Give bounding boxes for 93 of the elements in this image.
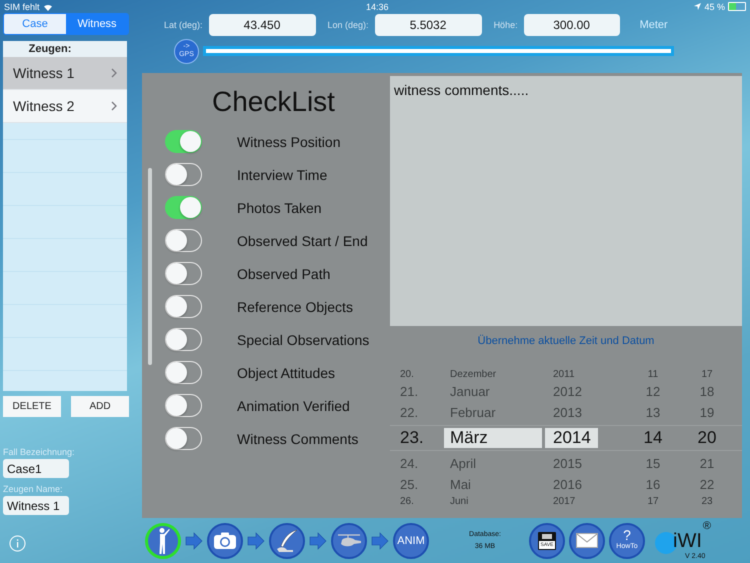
checklist-label: Witness Comments [237, 430, 358, 446]
picker-value[interactable]: 22. [390, 405, 432, 420]
mail-button[interactable] [569, 522, 605, 558]
info-icon[interactable] [9, 535, 26, 552]
checklist-label: Witness Position [237, 134, 340, 150]
chevron-icon [111, 68, 117, 78]
picker-value[interactable]: 21. [390, 384, 432, 399]
picker-value[interactable]: 13 [638, 405, 668, 420]
quill-icon [275, 528, 299, 552]
chevron-icon [111, 101, 117, 111]
picker-value[interactable]: 15 [638, 456, 668, 471]
field-label: Fall Bezeichnung: [3, 447, 76, 457]
picker-value[interactable]: 2011 [545, 369, 598, 380]
input-field[interactable] [203, 46, 674, 56]
picker-value[interactable]: 16 [638, 477, 668, 492]
arrow-icon [185, 532, 203, 550]
checklist-label: Interview Time [237, 166, 328, 182]
picker-value[interactable]: 18 [692, 384, 722, 399]
list-button[interactable]: DELETE [3, 396, 61, 417]
input-field[interactable]: 5.5032 [374, 14, 482, 36]
picker-value[interactable]: März [444, 428, 542, 448]
tab[interactable]: Case [4, 14, 66, 34]
picker-value[interactable]: Februar [444, 405, 542, 420]
picker-value[interactable]: 2013 [545, 405, 598, 420]
picker-value[interactable]: 14 [638, 428, 668, 448]
input-field[interactable]: Case1 [3, 459, 69, 478]
picker-value[interactable]: 26. [390, 496, 432, 507]
location-icon [694, 3, 702, 10]
tab[interactable]: Witness [66, 14, 128, 34]
picker-value[interactable]: 17 [692, 369, 722, 380]
picker-value[interactable]: 12 [638, 384, 668, 399]
picker-value[interactable]: 17 [638, 496, 668, 507]
mail-icon [576, 533, 598, 548]
registered-mark: ® [702, 520, 711, 532]
figure-button[interactable] [145, 522, 181, 558]
picker-value[interactable]: 20. [390, 369, 432, 380]
checklist-label: Special Observations [237, 332, 370, 348]
unit-link[interactable]: Meter [640, 18, 668, 30]
list-item[interactable]: Witness 1 [3, 57, 127, 90]
picker-value[interactable]: 24. [390, 456, 432, 471]
battery-icon [728, 2, 746, 11]
field-label: Lon (deg): [328, 20, 369, 30]
picker-value[interactable]: 19 [692, 405, 722, 420]
checklist-label: Observed Path [237, 266, 330, 282]
camera-icon [213, 532, 237, 550]
picker-value[interactable]: 20 [692, 428, 722, 448]
toggle-switch[interactable] [165, 130, 202, 153]
picker-value[interactable]: April [444, 456, 542, 471]
battery-text: 45 % [704, 2, 725, 12]
picker-value[interactable]: 2012 [545, 384, 598, 399]
arrow-icon [309, 532, 327, 550]
picker-value[interactable]: 21 [692, 456, 722, 471]
toggle-switch[interactable] [165, 196, 202, 219]
helicopter-button[interactable] [331, 522, 367, 558]
comments-field[interactable]: witness comments..... [390, 76, 742, 326]
picker-value[interactable]: 2015 [545, 456, 598, 471]
picker-value[interactable]: Mai [444, 477, 542, 492]
picker-value[interactable]: 2017 [545, 496, 598, 507]
carrier-text: SIM fehlt [4, 2, 40, 12]
clock-text: 14:36 [366, 2, 389, 12]
picker-value[interactable]: Januar [444, 384, 542, 399]
field-label: Lat (deg): [164, 20, 203, 30]
checklist-label: Reference Objects [237, 298, 353, 314]
checklist-label: Photos Taken [237, 200, 322, 216]
list-header: Zeugen: [3, 41, 127, 57]
picker-value[interactable]: 25. [390, 477, 432, 492]
quill-button[interactable] [269, 522, 305, 558]
anim-button[interactable]: ANIM [393, 522, 429, 558]
picker-value[interactable]: 23. [390, 428, 432, 448]
current-date-link[interactable]: Übernehme aktuelle Zeit und Datum [478, 335, 654, 347]
field-label: Zeugen Name: [3, 484, 64, 494]
picker-value[interactable]: Dezember [444, 369, 542, 380]
picker-value[interactable]: 11 [638, 369, 668, 380]
picker-value[interactable]: 2014 [545, 428, 598, 448]
input-field[interactable]: 43.450 [208, 14, 316, 36]
logo-text: iWI [673, 530, 702, 552]
arrow-icon [247, 532, 265, 550]
checklist-label: Observed Start / End [237, 232, 368, 248]
picker-value[interactable]: 23 [692, 496, 722, 507]
picker-value[interactable]: 22 [692, 477, 722, 492]
field-label: Höhe: [494, 20, 518, 30]
input-field[interactable]: Witness 1 [3, 496, 69, 515]
picker-value[interactable]: 2016 [545, 477, 598, 492]
wifi-icon [42, 2, 53, 10]
checklist-label: Animation Verified [237, 398, 350, 414]
arrow-icon [371, 532, 389, 550]
list-item[interactable]: Witness 2 [3, 90, 127, 123]
checklist-label: Object Attitudes [237, 364, 336, 380]
input-field[interactable]: 300.00 [524, 14, 620, 36]
picker-value[interactable]: Juni [444, 496, 542, 507]
camera-button[interactable] [207, 522, 243, 558]
list-button[interactable]: ADD [71, 396, 129, 417]
checklist-title: CheckList [212, 85, 336, 119]
